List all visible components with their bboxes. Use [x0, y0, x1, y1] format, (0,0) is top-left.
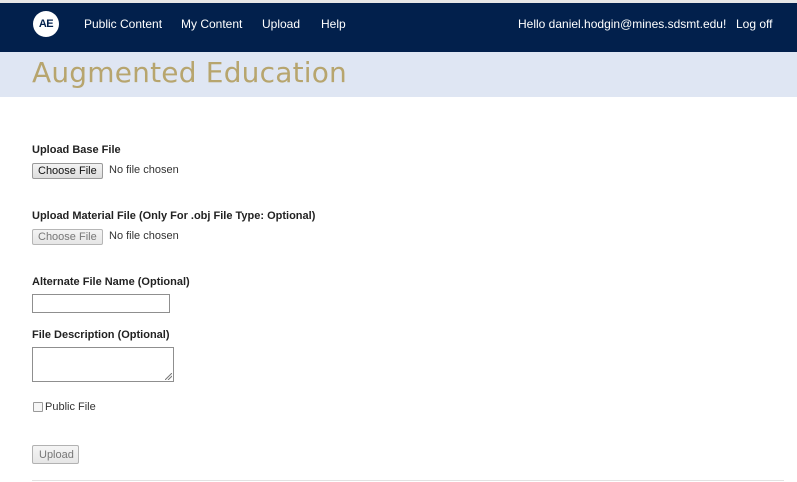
resize-grip-icon[interactable]: [165, 373, 172, 380]
nav-upload[interactable]: Upload: [262, 17, 300, 31]
upload-button[interactable]: Upload: [32, 445, 79, 464]
material-file-label: Upload Material File (Only For .obj File…: [32, 210, 316, 222]
choose-base-file-button[interactable]: Choose File: [32, 163, 103, 179]
user-greeting-link[interactable]: Hello daniel.hodgin@mines.sdsmt.edu!: [518, 17, 726, 31]
public-file-label: Public File: [45, 401, 96, 413]
footer-divider: [32, 480, 784, 481]
material-file-status: No file chosen: [109, 230, 179, 242]
page-title: Augmented Education: [32, 56, 347, 89]
logoff-link[interactable]: Log off: [736, 17, 772, 31]
public-file-checkbox[interactable]: [33, 402, 43, 412]
nav-public-content[interactable]: Public Content: [84, 17, 162, 31]
nav-help[interactable]: Help: [321, 17, 346, 31]
description-textarea[interactable]: [32, 347, 174, 382]
nav-my-content[interactable]: My Content: [181, 17, 242, 31]
navbar: AE Public Content My Content Upload Help…: [0, 3, 797, 52]
alt-name-label: Alternate File Name (Optional): [32, 276, 190, 288]
alt-name-input[interactable]: [32, 294, 170, 313]
logo-icon[interactable]: AE: [33, 11, 59, 37]
choose-material-file-button[interactable]: Choose File: [32, 229, 103, 245]
description-label: File Description (Optional): [32, 329, 170, 341]
base-file-status: No file chosen: [109, 164, 179, 176]
base-file-label: Upload Base File: [32, 144, 121, 156]
title-band: Augmented Education: [0, 52, 797, 97]
